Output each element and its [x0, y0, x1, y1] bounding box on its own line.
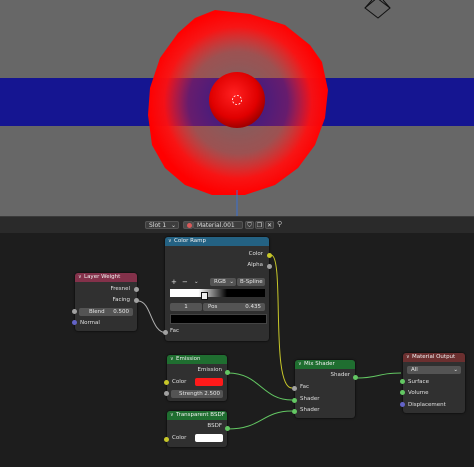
- emission-output-label: Emission: [197, 367, 222, 373]
- strength-label: Strength: [179, 391, 203, 397]
- chevron-down-icon[interactable]: ⌄: [194, 279, 199, 286]
- slot-label: Slot 1: [149, 222, 167, 229]
- target-select[interactable]: All ⌄: [407, 366, 461, 374]
- add-stop-button[interactable]: +: [171, 279, 177, 286]
- transparent-color-swatch[interactable]: [195, 434, 223, 442]
- strength-value: 2.500: [204, 391, 220, 397]
- displacement-input-label: Displacement: [408, 402, 446, 408]
- transparent-color-label: Color: [172, 435, 187, 441]
- strength-field[interactable]: Strength 2.500: [171, 390, 223, 398]
- emission-node[interactable]: Emission Emission Color Strength 2.500: [167, 355, 227, 401]
- facing-socket[interactable]: [134, 298, 139, 303]
- mix-out-socket[interactable]: [353, 375, 358, 380]
- color-ramp-gradient[interactable]: [170, 289, 265, 297]
- link-color-fac: [270, 254, 293, 389]
- surface-socket[interactable]: [400, 379, 405, 384]
- color-output-label: Color: [248, 251, 263, 257]
- link-bsdf-shader: [227, 410, 293, 430]
- color-mode-select[interactable]: RGB ⌄: [210, 278, 236, 286]
- transparent-header[interactable]: Transparent BSDF: [167, 411, 227, 420]
- bsdf-out-socket[interactable]: [225, 426, 230, 431]
- stop-color-swatch[interactable]: [170, 314, 267, 324]
- pos-label: Pos: [208, 304, 218, 310]
- camera-icon: [364, 0, 391, 19]
- facing-output-label: Facing: [112, 297, 130, 303]
- volume-input-label: Volume: [408, 390, 429, 396]
- color-ramp-header[interactable]: Color Ramp: [165, 237, 269, 246]
- link-shader-surface: [356, 372, 402, 379]
- dropdown-icon: ⌄: [453, 367, 458, 373]
- dropdown-icon: ⌄: [229, 279, 234, 285]
- dropdown-icon: ⌄: [170, 222, 176, 229]
- mix-shader2-socket[interactable]: [292, 409, 297, 414]
- fake-user-icon[interactable]: ⛉: [245, 221, 254, 229]
- fresnel-output-label: Fresnel: [110, 286, 130, 292]
- alpha-output-label: Alpha: [247, 262, 263, 268]
- target-value: All: [411, 367, 418, 373]
- layer-weight-node[interactable]: Layer Weight Fresnel Facing Blend 0.500 …: [75, 273, 137, 331]
- ramp-stop-handle[interactable]: [201, 292, 208, 300]
- mix-shader-header[interactable]: Mix Shader: [295, 360, 355, 369]
- material-name: Material.001: [197, 222, 235, 229]
- transparent-bsdf-node[interactable]: Transparent BSDF BSDF Color: [167, 411, 227, 447]
- volume-socket[interactable]: [400, 390, 405, 395]
- emission-out-socket[interactable]: [225, 370, 230, 375]
- material-sphere-icon[interactable]: [183, 221, 193, 229]
- material-output-node[interactable]: Material Output All ⌄ Surface Volume Disp…: [403, 353, 465, 413]
- interpolation-select[interactable]: B-Spline: [237, 278, 265, 286]
- emission-color-swatch[interactable]: [195, 378, 223, 386]
- mix-shader-output-label: Shader: [330, 372, 350, 378]
- node-editor-header: Slot 1 ⌄ Material.001 ⛉ ❐ ✕ ⚲: [0, 216, 474, 234]
- ramp-color-socket[interactable]: [267, 253, 272, 258]
- emission-strength-socket[interactable]: [164, 391, 169, 396]
- blend-value: 0.500: [113, 309, 129, 315]
- material-output-header[interactable]: Material Output: [403, 353, 465, 362]
- mix-fac-label: Fac: [300, 384, 310, 390]
- fresnel-socket[interactable]: [134, 287, 139, 292]
- blend-field[interactable]: Blend 0.500: [79, 308, 133, 316]
- displacement-socket[interactable]: [400, 402, 405, 407]
- viewport-scene: [148, 0, 391, 216]
- mix-shader-node[interactable]: Mix Shader Shader Fac Shader Shader: [295, 360, 355, 418]
- normal-input-label: Normal: [80, 320, 100, 326]
- fac-input-label: Fac: [170, 328, 180, 334]
- mix-shader1-label: Shader: [300, 396, 320, 402]
- close-icon[interactable]: ✕: [265, 221, 274, 229]
- mix-shader1-socket[interactable]: [292, 398, 297, 403]
- bsdf-output-label: BSDF: [207, 423, 222, 429]
- link-facing-fac: [137, 300, 168, 334]
- layer-weight-header[interactable]: Layer Weight: [75, 273, 137, 282]
- transparent-color-socket[interactable]: [164, 437, 169, 442]
- emission-header[interactable]: Emission: [167, 355, 227, 364]
- link-emission-shader: [227, 372, 293, 401]
- color-mode-value: RGB: [214, 279, 226, 285]
- core-sphere: [209, 72, 265, 128]
- remove-stop-button[interactable]: −: [182, 279, 188, 286]
- emission-color-label: Color: [172, 379, 187, 385]
- pin-icon[interactable]: ⚲: [277, 220, 282, 228]
- duplicate-icon[interactable]: ❐: [255, 221, 264, 229]
- pos-field[interactable]: Pos 0.435: [203, 303, 265, 311]
- stop-index-field[interactable]: 1: [170, 303, 202, 311]
- emission-color-socket[interactable]: [164, 380, 169, 385]
- 3d-viewport[interactable]: [0, 0, 474, 216]
- ramp-fac-socket[interactable]: [163, 330, 168, 335]
- interpolation-value: B-Spline: [240, 279, 263, 285]
- normal-socket[interactable]: [72, 320, 77, 325]
- mix-fac-socket[interactable]: [292, 386, 297, 391]
- surface-input-label: Surface: [408, 379, 429, 385]
- node-editor-canvas[interactable]: Layer Weight Fresnel Facing Blend 0.500 …: [0, 233, 474, 467]
- mix-shader2-label: Shader: [300, 407, 320, 413]
- material-name-field[interactable]: Material.001: [193, 221, 243, 229]
- color-ramp-node[interactable]: Color Ramp Color Alpha + − ⌄ RGB⌄ B-Spli…: [165, 237, 269, 341]
- blend-socket[interactable]: [72, 309, 77, 314]
- pos-value: 0.435: [245, 304, 261, 310]
- blend-label: Blend: [89, 309, 105, 315]
- ramp-alpha-socket[interactable]: [267, 264, 272, 269]
- slot-selector[interactable]: Slot 1 ⌄: [145, 221, 179, 229]
